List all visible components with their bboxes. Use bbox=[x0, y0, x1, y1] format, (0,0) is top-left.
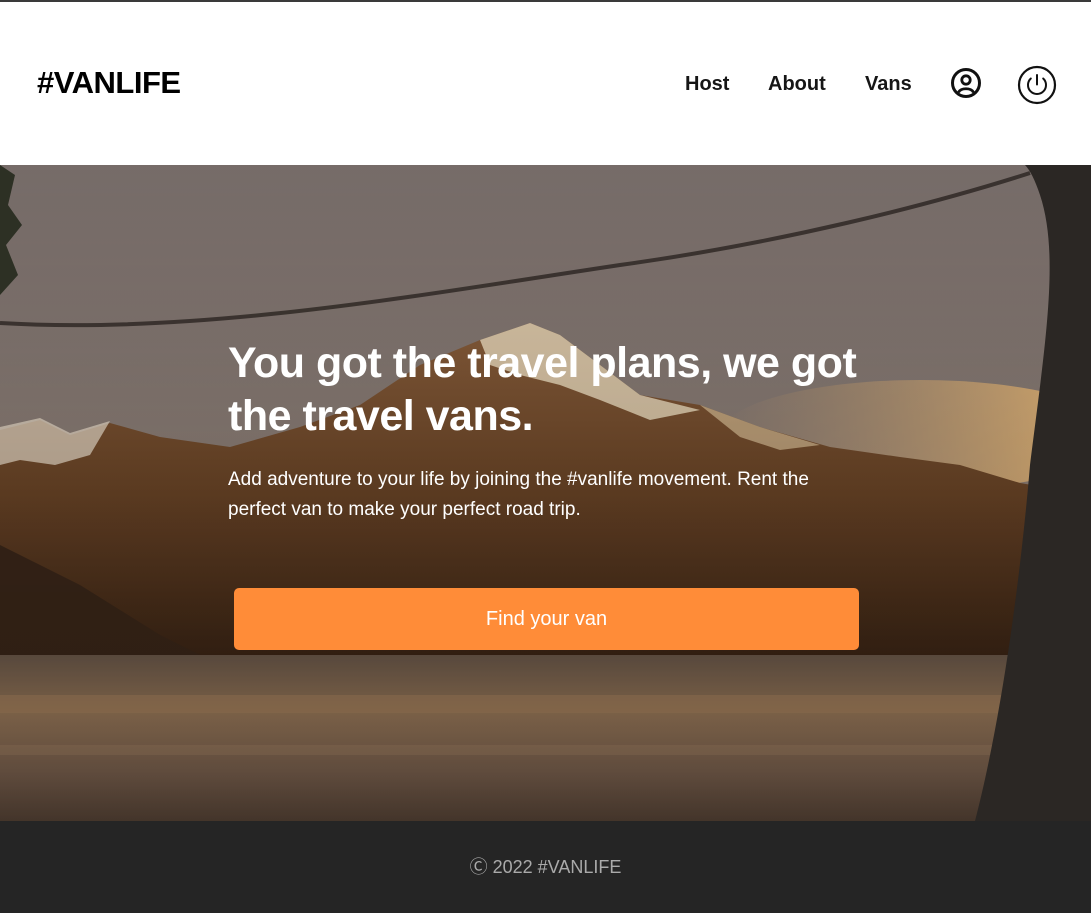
nav-link-host[interactable]: Host bbox=[685, 72, 729, 96]
main-nav: Host About Vans bbox=[0, 2, 1091, 165]
site-header: #VANLIFE Host About Vans bbox=[0, 2, 1091, 165]
nav-link-vans[interactable]: Vans bbox=[865, 72, 912, 96]
find-your-van-button[interactable]: Find your van bbox=[234, 588, 859, 650]
hero-description: Add adventure to your life by joining th… bbox=[228, 469, 809, 520]
user-circle-icon[interactable] bbox=[950, 67, 982, 99]
hero-section: You got the travel plans, we got the tra… bbox=[0, 165, 1091, 821]
footer-copyright: Ⓒ 2022 #VANLIFE bbox=[469, 857, 622, 877]
site-footer: Ⓒ 2022 #VANLIFE bbox=[0, 821, 1091, 913]
power-icon[interactable] bbox=[1017, 65, 1057, 105]
hero-title: You got the travel plans, we got the tra… bbox=[228, 339, 857, 440]
nav-link-about[interactable]: About bbox=[768, 72, 826, 96]
